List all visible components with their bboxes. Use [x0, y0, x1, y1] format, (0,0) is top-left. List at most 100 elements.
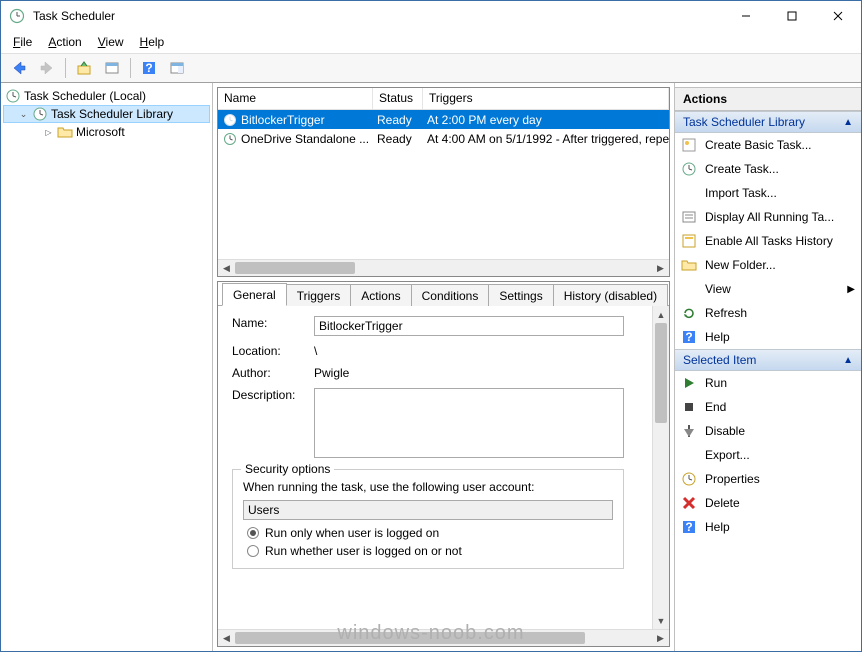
security-options-group: Security options When running the task, … [232, 469, 624, 569]
menu-file[interactable]: File [7, 33, 38, 51]
scroll-left-icon[interactable]: ◀ [218, 630, 235, 647]
task-triggers: At 4:00 AM on 5/1/1992 - After triggered… [423, 132, 669, 146]
menu-help[interactable]: Help [134, 33, 171, 51]
col-header-triggers[interactable]: Triggers [423, 88, 669, 109]
tab-settings[interactable]: Settings [488, 284, 553, 306]
stop-icon [681, 399, 697, 415]
field-name[interactable] [314, 316, 624, 336]
tree-library[interactable]: ⌄ Task Scheduler Library [3, 105, 210, 123]
action-enable-history[interactable]: Enable All Tasks History [675, 229, 861, 253]
action-properties[interactable]: Properties [675, 467, 861, 491]
action-run[interactable]: Run [675, 371, 861, 395]
tree-root-label: Task Scheduler (Local) [24, 89, 146, 103]
col-header-name[interactable]: Name [218, 88, 373, 109]
clock-icon [681, 161, 697, 177]
col-header-status[interactable]: Status [373, 88, 423, 109]
list-header: Name Status Triggers [218, 88, 669, 110]
library-icon [32, 106, 48, 122]
scroll-thumb[interactable] [235, 262, 355, 274]
action-create-task[interactable]: Create Task... [675, 157, 861, 181]
actions-section-library[interactable]: Task Scheduler Library ▲ [675, 111, 861, 133]
play-icon [681, 375, 697, 391]
up-button[interactable] [72, 56, 96, 80]
tree-pane[interactable]: Task Scheduler (Local) ⌄ Task Scheduler … [1, 83, 213, 651]
scroll-thumb[interactable] [235, 632, 585, 644]
history-icon [681, 233, 697, 249]
help-icon: ? [681, 519, 697, 535]
tab-triggers[interactable]: Triggers [286, 284, 352, 306]
action-disable[interactable]: Disable [675, 419, 861, 443]
panel-button-2[interactable] [165, 56, 189, 80]
svg-text:?: ? [145, 61, 152, 75]
field-location: \ [314, 344, 644, 358]
action-refresh[interactable]: Refresh [675, 301, 861, 325]
panel-button-1[interactable] [100, 56, 124, 80]
action-delete[interactable]: Delete [675, 491, 861, 515]
minimize-button[interactable] [723, 1, 769, 31]
tab-actions[interactable]: Actions [350, 284, 411, 306]
back-button[interactable] [7, 56, 31, 80]
task-row[interactable]: BitlockerTrigger Ready At 2:00 PM every … [218, 110, 669, 129]
tab-general[interactable]: General [222, 283, 287, 306]
action-create-basic-task[interactable]: Create Basic Task... [675, 133, 861, 157]
action-import-task[interactable]: Import Task... [675, 181, 861, 205]
action-view[interactable]: View▶ [675, 277, 861, 301]
collapse-icon: ▲ [843, 117, 853, 128]
menubar: File Action View Help [1, 31, 861, 53]
scroll-down-icon[interactable]: ▼ [653, 612, 669, 629]
action-help-2[interactable]: ?Help [675, 515, 861, 539]
forward-button[interactable] [35, 56, 59, 80]
svg-text:?: ? [685, 520, 692, 534]
toolbar-separator [65, 58, 66, 78]
tab-conditions[interactable]: Conditions [411, 284, 490, 306]
field-description[interactable] [314, 388, 624, 458]
list-icon [681, 209, 697, 225]
close-button[interactable] [815, 1, 861, 31]
radio-logged-on[interactable]: Run only when user is logged on [247, 526, 613, 540]
menu-action[interactable]: Action [42, 33, 87, 51]
blank-icon [681, 185, 697, 201]
tree-microsoft-label: Microsoft [76, 125, 125, 139]
collapse-icon[interactable]: ⌄ [18, 109, 29, 120]
action-export[interactable]: Export... [675, 443, 861, 467]
help-button[interactable]: ? [137, 56, 161, 80]
blank-icon [681, 281, 697, 297]
actions-pane: Actions Task Scheduler Library ▲ Create … [675, 83, 861, 651]
maximize-button[interactable] [769, 1, 815, 31]
scroll-up-icon[interactable]: ▲ [653, 306, 669, 323]
action-display-running[interactable]: Display All Running Ta... [675, 205, 861, 229]
task-name: BitlockerTrigger [241, 113, 325, 127]
task-row[interactable]: OneDrive Standalone ... Ready At 4:00 AM… [218, 129, 669, 148]
radio-logged-on-or-not[interactable]: Run whether user is logged on or not [247, 544, 613, 558]
tab-history[interactable]: History (disabled) [553, 284, 668, 306]
details-panel: General Triggers Actions Conditions Sett… [217, 281, 670, 647]
menu-view[interactable]: View [92, 33, 130, 51]
actions-section-selected[interactable]: Selected Item ▲ [675, 349, 861, 371]
expand-icon[interactable]: ▷ [43, 127, 54, 138]
label-description: Description: [232, 388, 314, 402]
titlebar: Task Scheduler [1, 1, 861, 31]
scroll-thumb[interactable] [655, 323, 667, 423]
horizontal-scrollbar[interactable]: ◀ ▶ [218, 629, 669, 646]
scroll-right-icon[interactable]: ▶ [652, 630, 669, 647]
radio-icon [247, 545, 259, 557]
task-status: Ready [373, 132, 423, 146]
label-author: Author: [232, 366, 314, 380]
horizontal-scrollbar[interactable]: ◀ ▶ [218, 259, 669, 276]
scroll-right-icon[interactable]: ▶ [652, 260, 669, 277]
tree-root[interactable]: Task Scheduler (Local) [3, 87, 210, 105]
action-end[interactable]: End [675, 395, 861, 419]
action-help[interactable]: ?Help [675, 325, 861, 349]
window-title: Task Scheduler [33, 9, 115, 23]
security-legend: Security options [241, 462, 334, 476]
action-new-folder[interactable]: New Folder... [675, 253, 861, 277]
task-list: Name Status Triggers BitlockerTrigger Re… [217, 87, 670, 277]
scroll-left-icon[interactable]: ◀ [218, 260, 235, 277]
actions-title: Actions [675, 87, 861, 111]
task-triggers: At 2:00 PM every day [423, 113, 669, 127]
disable-icon [681, 423, 697, 439]
vertical-scrollbar[interactable]: ▲ ▼ [652, 306, 669, 629]
tree-microsoft[interactable]: ▷ Microsoft [3, 123, 210, 141]
list-body[interactable]: BitlockerTrigger Ready At 2:00 PM every … [218, 110, 669, 259]
refresh-icon [681, 305, 697, 321]
